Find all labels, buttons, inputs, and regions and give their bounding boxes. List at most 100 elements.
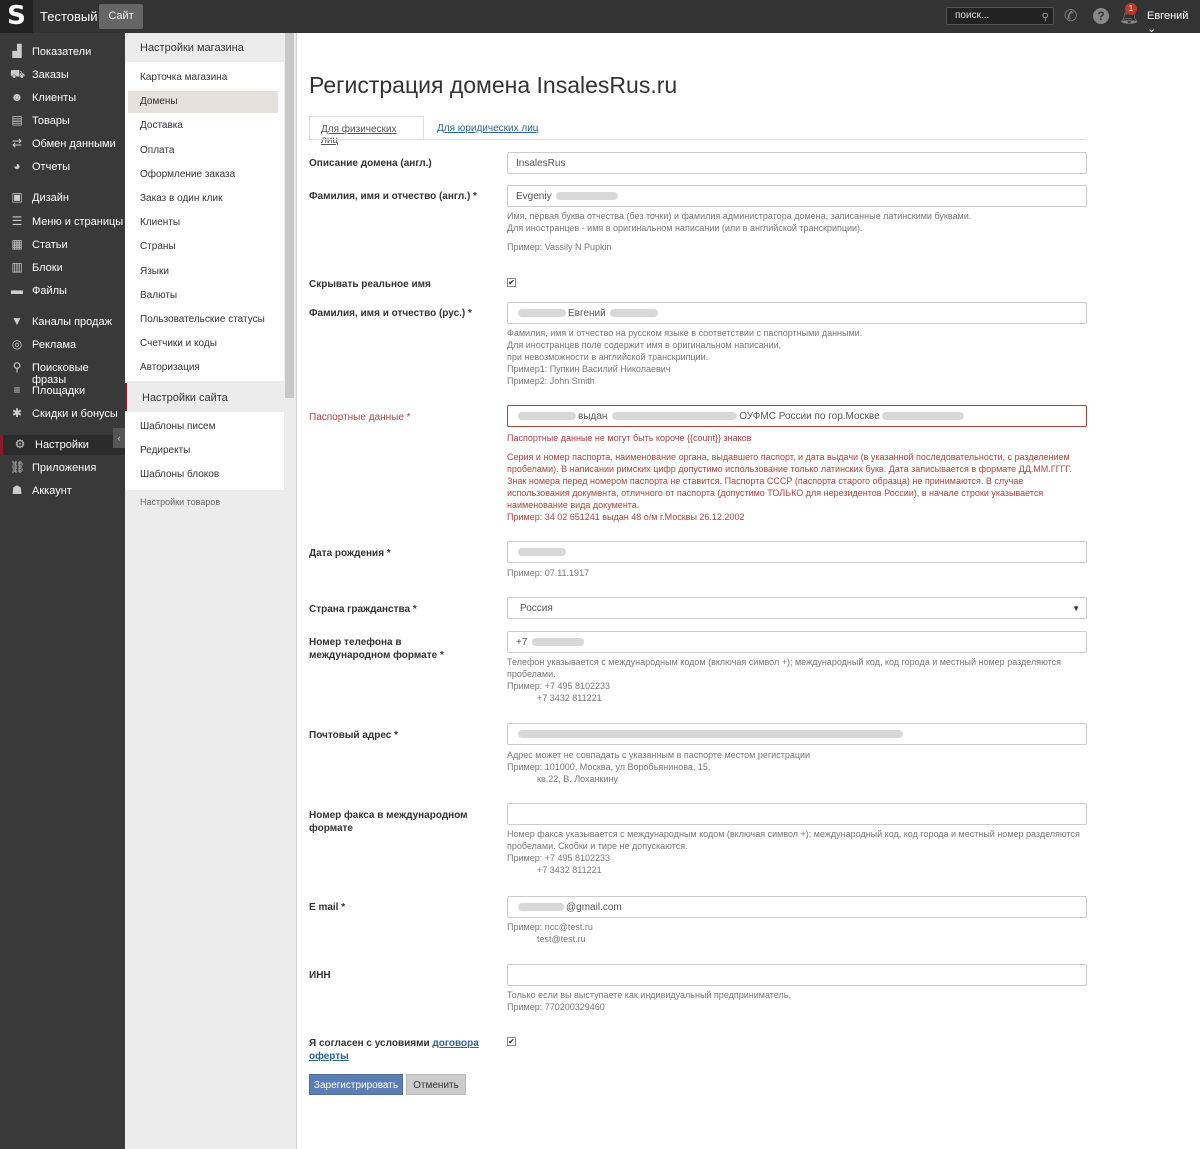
subnav-header-product-settings[interactable]: Настройки товаров bbox=[125, 491, 284, 507]
nav-item[interactable]: ▥ Блоки bbox=[0, 258, 125, 278]
subnav-item[interactable]: Шаблоны блоков bbox=[128, 464, 278, 486]
nav-item[interactable]: ☰ Меню и страницы bbox=[0, 212, 125, 232]
nav-item[interactable]: ▦ Статьи bbox=[0, 235, 125, 255]
phone-input[interactable]: +7 bbox=[507, 631, 1087, 653]
subnav-header-store-settings[interactable]: Настройки магазина bbox=[125, 33, 284, 61]
nav-item[interactable]: ≡ Площадки bbox=[0, 381, 125, 401]
domain-description-input[interactable]: InsalesRus bbox=[507, 152, 1087, 174]
subnav-item[interactable]: Шаблоны писем bbox=[128, 416, 278, 438]
nav-item[interactable]: ✱ Скидки и бонусы bbox=[0, 404, 125, 424]
full-name-en-value: Evgeniy bbox=[516, 191, 552, 202]
sidebar-collapse-button[interactable]: ‹ bbox=[113, 428, 125, 448]
subnav-item[interactable]: Доставка bbox=[128, 115, 278, 137]
agreement-checkbox[interactable]: ✔ bbox=[507, 1037, 516, 1046]
nav-item-label: Меню и страницы bbox=[32, 216, 124, 228]
subnav-item[interactable]: Оформление заказа bbox=[128, 164, 278, 186]
subnav-item[interactable]: Редиректы bbox=[128, 440, 278, 462]
fax-input[interactable] bbox=[507, 803, 1087, 825]
agreement-text: Я согласен с условиями bbox=[309, 1038, 430, 1049]
search-placeholder: поиск... bbox=[955, 10, 990, 21]
subnav-header-site-settings[interactable]: Настройки сайта bbox=[125, 383, 284, 411]
help-line: Пример: ncc@test.ru bbox=[507, 922, 593, 932]
gift-icon: ✱ bbox=[11, 406, 23, 420]
postal-address-input[interactable] bbox=[507, 723, 1087, 745]
phone-help: Телефон указывается с международным кодо… bbox=[507, 656, 1087, 704]
search-input[interactable]: поиск... ⚲ bbox=[946, 7, 1054, 25]
subnav-item[interactable]: Заказ в один клик bbox=[128, 188, 278, 210]
funnel-icon: ▼ bbox=[11, 314, 23, 328]
nav-item-label: Дизайн bbox=[32, 192, 69, 204]
nav-item[interactable]: ⛓ Приложения bbox=[0, 458, 125, 478]
nav-item[interactable]: ⚙ Настройки bbox=[0, 435, 125, 455]
nav-item[interactable]: ⛟ Заказы bbox=[0, 65, 125, 85]
subnav-item[interactable]: Клиенты bbox=[128, 212, 278, 234]
subnav-item[interactable]: Счетчики и коды bbox=[128, 333, 278, 355]
passport-error: Паспортные данные не могут быть короче {… bbox=[507, 433, 752, 443]
blurred-text bbox=[532, 638, 585, 647]
cancel-button[interactable]: Отменить bbox=[406, 1074, 466, 1095]
subnav-item[interactable]: Пользовательские статусы bbox=[128, 309, 278, 331]
nav-item[interactable]: ▬ Файлы bbox=[0, 281, 125, 301]
help-line: Пример: +7 495 8102233 bbox=[507, 853, 611, 863]
nav-item[interactable]: ⇄ Обмен данными bbox=[0, 134, 125, 154]
nav-item[interactable]: ▣ Дизайн bbox=[0, 188, 125, 208]
nav-item[interactable]: ⚲ Поисковые фразы bbox=[0, 358, 125, 386]
site-button[interactable]: Сайт bbox=[99, 4, 143, 29]
blurred-text bbox=[556, 192, 619, 201]
nav-item[interactable]: ▼ Каналы продаж bbox=[0, 312, 125, 332]
nav-item[interactable]: ▤ Товары bbox=[0, 111, 125, 131]
register-button[interactable]: Зарегистрировать bbox=[309, 1074, 403, 1095]
full-name-en-input[interactable]: Evgeniy bbox=[507, 185, 1087, 207]
blurred-text bbox=[518, 548, 566, 557]
nav-item-label: Товары bbox=[32, 115, 70, 127]
email-input[interactable]: @gmail.com bbox=[507, 896, 1087, 918]
help-example: Пример: Vassily N Pupkin bbox=[507, 242, 612, 252]
page-title: Регистрация домена InsalesRus.ru bbox=[309, 72, 678, 98]
nav-item[interactable]: ▟ Показатели bbox=[0, 42, 125, 62]
subnav-item[interactable]: Карточка магазина bbox=[128, 67, 278, 89]
help-line: Пример: 101000, Москва, ул Воробьянинова… bbox=[507, 762, 711, 772]
shop-name[interactable]: Тестовый bbox=[40, 9, 98, 24]
gear-icon: ⚙ bbox=[14, 437, 26, 451]
help-icon[interactable]: ? bbox=[1093, 8, 1109, 24]
citizenship-select[interactable]: Россия ▼ bbox=[507, 597, 1087, 619]
nav-item[interactable]: ☻ Клиенты bbox=[0, 88, 125, 108]
insales-logo[interactable]: S bbox=[0, 0, 33, 33]
full-name-ru-input[interactable]: Евгений bbox=[507, 302, 1087, 324]
nav-item-label: Каналы продаж bbox=[32, 316, 112, 328]
help-line: кв.22, В. Лоханкину bbox=[507, 774, 618, 784]
subnav-item[interactable]: Оплата bbox=[128, 140, 278, 162]
birth-date-example: Пример: 07.11.1917 bbox=[507, 568, 590, 578]
passport-label: Паспортные данные * bbox=[309, 412, 411, 423]
blurred-text bbox=[518, 412, 576, 421]
user-icon: ☗ bbox=[11, 483, 23, 497]
birth-date-input[interactable] bbox=[507, 541, 1087, 563]
notification-badge[interactable]: 1 bbox=[1125, 3, 1137, 15]
nav-item[interactable]: ◕ Отчеты bbox=[0, 157, 125, 177]
subnav-item[interactable]: Авторизация bbox=[128, 357, 278, 379]
subnav-item[interactable]: Валюты bbox=[128, 285, 278, 307]
subnav-item[interactable]: Домены bbox=[128, 91, 278, 113]
subnav-item[interactable]: Страны bbox=[128, 236, 278, 258]
tab-legal-entity[interactable]: Для юридических лиц bbox=[426, 116, 551, 140]
inn-input[interactable] bbox=[507, 964, 1087, 986]
passport-example: Пример: 34 02 651241 выдан 48 о/м г.Моск… bbox=[507, 512, 745, 522]
search-icon[interactable]: ⚲ bbox=[1042, 10, 1049, 26]
help-line: Пример2: John Smith bbox=[507, 376, 595, 386]
postal-address-label: Почтовый адрес * bbox=[309, 730, 399, 741]
nav-item[interactable]: ☗ Аккаунт bbox=[0, 481, 125, 501]
menu-pages-icon: ☰ bbox=[11, 214, 23, 228]
subnav-item[interactable]: Языки bbox=[128, 261, 278, 283]
postal-address-help: Адрес может не совпадать с указанным в п… bbox=[507, 749, 1087, 785]
hide-real-name-checkbox[interactable]: ✔ bbox=[507, 278, 516, 287]
help-line: Пример1: Пупкин Василий Николаевич bbox=[507, 364, 671, 374]
subnav-scrollbar[interactable] bbox=[285, 33, 294, 398]
passport-input[interactable]: выдан ОУФМС России по гор.Москве bbox=[507, 405, 1087, 427]
nav-item[interactable]: ◎ Реклама bbox=[0, 335, 125, 355]
passport-value-part2: ОУФМС России по гор.Москве bbox=[739, 411, 880, 422]
full-name-ru-label: Фамилия, имя и отчество (рус.) * bbox=[309, 308, 472, 319]
user-menu[interactable]: Евгений ⌄ bbox=[1147, 10, 1200, 35]
tab-individual[interactable]: Для физических лиц bbox=[309, 116, 424, 146]
phone-icon[interactable]: ✆ bbox=[1064, 6, 1077, 26]
nav-item-label: Площадки bbox=[32, 385, 86, 397]
